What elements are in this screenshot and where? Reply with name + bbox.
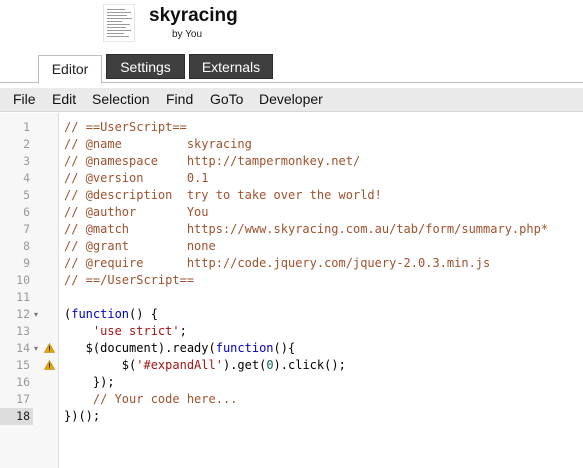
code-line[interactable]: 11: [0, 289, 583, 306]
code-line[interactable]: 18 })();: [0, 408, 583, 425]
line-number: 12: [16, 307, 30, 321]
line-number: 11: [16, 290, 30, 304]
tab-editor[interactable]: Editor: [38, 55, 102, 84]
code-text[interactable]: (function() {: [64, 306, 158, 323]
code-line[interactable]: 14 ▾ $(document).ready(function(){: [0, 340, 583, 357]
code-line[interactable]: 9 // @require http://code.jquery.com/jque…: [0, 255, 583, 272]
line-number: 4: [23, 171, 30, 185]
code-text[interactable]: // @grant none: [64, 238, 216, 255]
menu-find[interactable]: Find: [166, 91, 193, 107]
tab-externals[interactable]: Externals: [189, 54, 273, 79]
code-line[interactable]: 5 // @description try to take over the wo…: [0, 187, 583, 204]
code-line[interactable]: 8 // @grant none: [0, 238, 583, 255]
line-number: 10: [16, 273, 30, 287]
code-text[interactable]: // @description try to take over the wor…: [64, 187, 382, 204]
code-line[interactable]: 16 });: [0, 374, 583, 391]
code-line[interactable]: 3 // @namespace http://tampermonkey.net/: [0, 153, 583, 170]
code-text[interactable]: // @namespace http://tampermonkey.net/: [64, 153, 360, 170]
menu-goto[interactable]: GoTo: [210, 91, 243, 107]
tab-settings[interactable]: Settings: [106, 54, 185, 79]
line-number: 6: [23, 205, 30, 219]
menu-developer[interactable]: Developer: [259, 91, 323, 107]
code-text[interactable]: $(document).ready(function(){: [64, 340, 296, 357]
fold-toggle-icon[interactable]: ▾: [34, 306, 38, 323]
menu-file[interactable]: File: [13, 91, 36, 107]
line-number: 8: [23, 239, 30, 253]
code-line[interactable]: 17 // Your code here...: [0, 391, 583, 408]
code-line[interactable]: 13 'use strict';: [0, 323, 583, 340]
code-line[interactable]: 2 // @name skyracing: [0, 136, 583, 153]
line-number: 15: [16, 358, 30, 372]
line-number: 5: [23, 188, 30, 202]
line-number: 7: [23, 222, 30, 236]
code-editor[interactable]: 1 // ==UserScript== 2 // @name skyracing 3 //…: [0, 113, 583, 468]
code-text[interactable]: // ==UserScript==: [64, 119, 187, 136]
code-text[interactable]: $('#expandAll').get(0).click();: [64, 357, 346, 374]
line-number: 9: [23, 256, 30, 270]
code-text[interactable]: // @version 0.1: [64, 170, 209, 187]
warning-icon[interactable]: [44, 360, 55, 370]
code-text[interactable]: 'use strict';: [64, 323, 187, 340]
line-number: 2: [23, 137, 30, 151]
code-text[interactable]: // @require http://code.jquery.com/jquer…: [64, 255, 490, 272]
menu-edit[interactable]: Edit: [52, 91, 76, 107]
fold-toggle-icon[interactable]: ▾: [34, 340, 38, 357]
script-header: skyracing by You: [0, 0, 583, 50]
line-number: 16: [16, 375, 30, 389]
warning-icon[interactable]: [44, 343, 55, 353]
script-title: skyracing: [149, 5, 238, 26]
code-line[interactable]: 10 // ==/UserScript==: [0, 272, 583, 289]
line-number: 3: [23, 154, 30, 168]
code-text[interactable]: // @author You: [64, 204, 209, 221]
code-text[interactable]: });: [64, 374, 115, 391]
code-line[interactable]: 12 ▾ (function() {: [0, 306, 583, 323]
editor-menubar: File Edit Selection Find GoTo Developer: [0, 88, 583, 112]
line-number: 13: [16, 324, 30, 338]
code-line[interactable]: 1 // ==UserScript==: [0, 119, 583, 136]
line-number: 1: [23, 120, 30, 134]
tab-bar: Editor Settings Externals: [0, 52, 583, 84]
line-number: 14: [16, 341, 30, 355]
code-line[interactable]: 7 // @match https://www.skyracing.com.au/…: [0, 221, 583, 238]
line-number: 18: [0, 408, 33, 425]
code-text[interactable]: })();: [64, 408, 100, 425]
code-line[interactable]: 4 // @version 0.1: [0, 170, 583, 187]
code-line[interactable]: 6 // @author You: [0, 204, 583, 221]
code-text[interactable]: // ==/UserScript==: [64, 272, 194, 289]
code-text[interactable]: // @name skyracing: [64, 136, 252, 153]
code-line[interactable]: 15 $('#expandAll').get(0).click();: [0, 357, 583, 374]
code-text[interactable]: // @match https://www.skyracing.com.au/t…: [64, 221, 548, 238]
code-text[interactable]: // Your code here...: [64, 391, 238, 408]
line-number: 17: [16, 392, 30, 406]
script-byline: by You: [172, 29, 203, 40]
script-thumbnail-image: [103, 4, 135, 42]
menu-selection[interactable]: Selection: [92, 91, 150, 107]
